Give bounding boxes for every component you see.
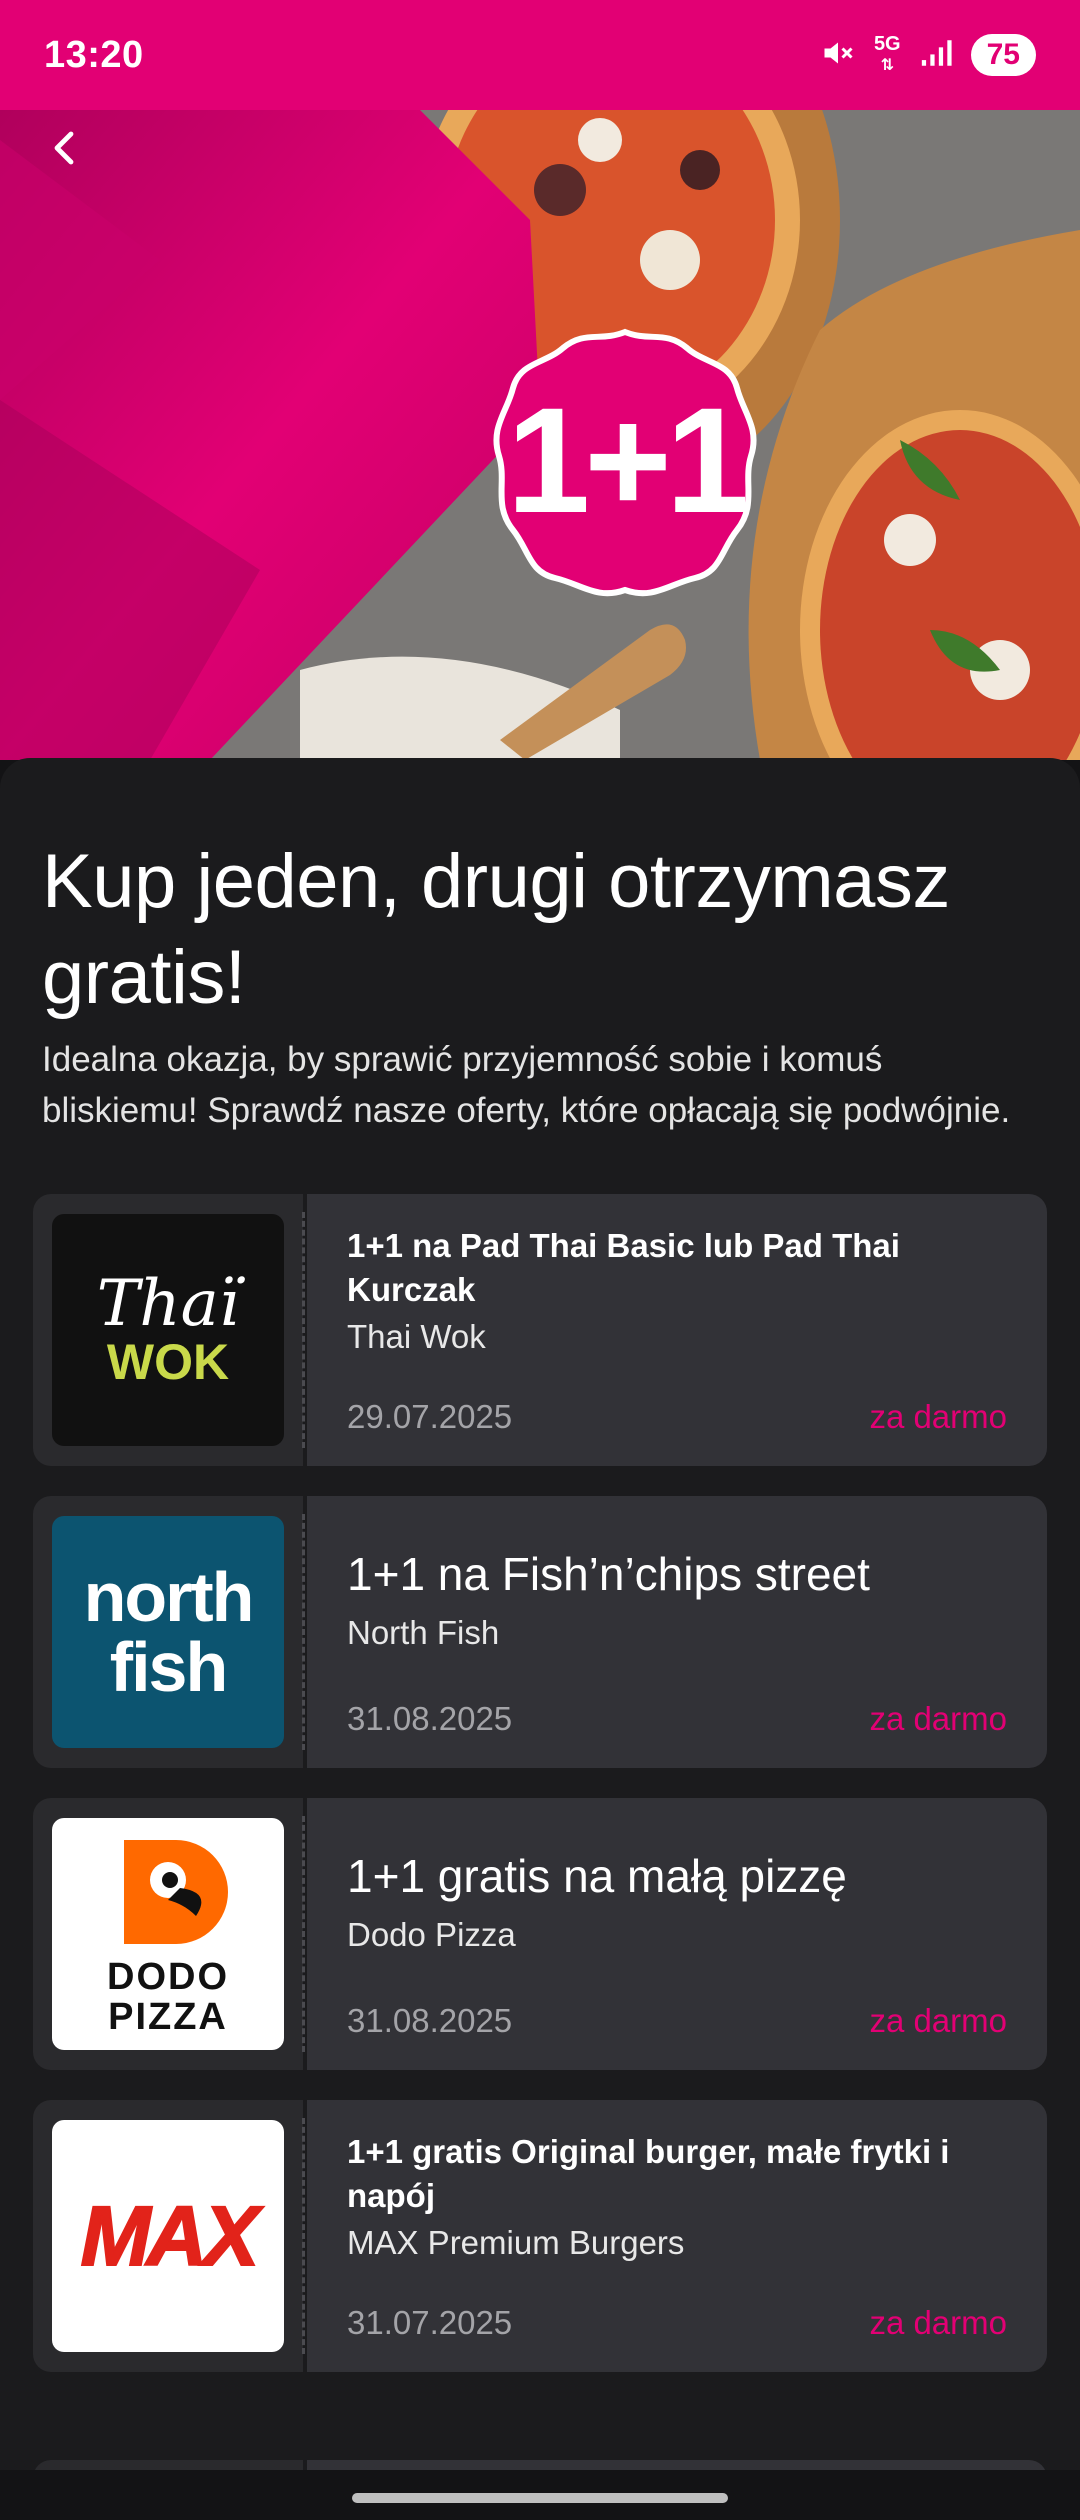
clock: 13:20: [44, 33, 144, 76]
offer-price: za darmo: [869, 2304, 1007, 2341]
signal-icon: [919, 36, 953, 75]
content-sheet: Kup jeden, drugi otrzymasz gratis! Ideal…: [0, 758, 1080, 2520]
offer-price: za darmo: [869, 1700, 1007, 1737]
offer-brand: Dodo Pizza: [347, 1916, 516, 1953]
offer-details: 1+1 na Pad Thai Basic lub Pad Thai Kurcz…: [307, 1194, 1047, 1466]
offer-brand: Thai Wok: [347, 1318, 486, 1355]
offer-price: za darmo: [869, 2002, 1007, 2039]
back-button[interactable]: [34, 110, 94, 190]
offer-card-north-fish[interactable]: north fish 1+1 na Fish’n’chips street No…: [33, 1496, 1047, 1768]
hero-banner: 1+1: [0, 110, 1080, 760]
chevron-left-icon: [49, 128, 79, 173]
offer-card-dodo-pizza[interactable]: DODO PIZZA 1+1 gratis na małą pizzę Dodo…: [33, 1798, 1047, 2070]
offer-date: 31.08.2025: [347, 2002, 513, 2039]
dodo-bird-icon: [108, 1832, 228, 1957]
offer-logo-container: Thaï WOK: [33, 1194, 305, 1466]
offer-date: 31.08.2025: [347, 1700, 513, 1737]
offer-title: 1+1 na Pad Thai Basic lub Pad Thai Kurcz…: [347, 1227, 900, 1308]
north-fish-logo: north fish: [52, 1516, 284, 1748]
offer-brand: MAX Premium Burgers: [347, 2224, 685, 2261]
page-title: Kup jeden, drugi otrzymasz gratis!: [42, 839, 950, 1020]
offer-logo-container: north fish: [33, 1496, 305, 1768]
network-5g-icon: 5G ⇅: [873, 33, 901, 74]
offer-logo-container: MAX: [33, 2100, 305, 2372]
offer-logo-container: DODO PIZZA: [33, 1798, 305, 2070]
dodo-pizza-logo: DODO PIZZA: [52, 1818, 284, 2050]
offer-list: Thaï WOK 1+1 na Pad Thai Basic lub Pad T…: [33, 1194, 1047, 2372]
offer-card-thai-wok[interactable]: Thaï WOK 1+1 na Pad Thai Basic lub Pad T…: [33, 1194, 1047, 1466]
offer-brand: North Fish: [347, 1614, 500, 1651]
thai-wok-logo: Thaï WOK: [52, 1214, 284, 1446]
status-icons: 5G ⇅ 75: [820, 34, 1036, 76]
offer-details: 1+1 na Fish’n’chips street North Fish 31…: [307, 1496, 1047, 1768]
offer-price: za darmo: [869, 1398, 1007, 1435]
offer-title: 1+1 gratis Original burger, małe frytki …: [347, 2133, 950, 2214]
status-bar: 13:20 5G ⇅ 75: [0, 0, 1080, 110]
offer-title: 1+1 gratis na małą pizzę: [347, 1850, 847, 1902]
offer-date: 29.07.2025: [347, 1398, 513, 1435]
promo-badge-label: 1+1: [506, 376, 749, 544]
offer-date: 31.07.2025: [347, 2304, 513, 2341]
battery-indicator: 75: [970, 34, 1036, 76]
page-subtitle: Idealna okazja, by sprawić przyjemność s…: [42, 1040, 1011, 1130]
offer-card-max-burgers[interactable]: MAX 1+1 gratis Original burger, małe fry…: [33, 2100, 1047, 2372]
max-burgers-logo: MAX: [52, 2120, 284, 2352]
home-indicator[interactable]: [352, 2493, 728, 2503]
offer-title: 1+1 na Fish’n’chips street: [347, 1548, 870, 1600]
mute-icon: [820, 35, 856, 76]
offer-details: 1+1 gratis na małą pizzę Dodo Pizza 31.0…: [307, 1798, 1047, 2070]
offer-details: 1+1 gratis Original burger, małe frytki …: [307, 2100, 1047, 2372]
